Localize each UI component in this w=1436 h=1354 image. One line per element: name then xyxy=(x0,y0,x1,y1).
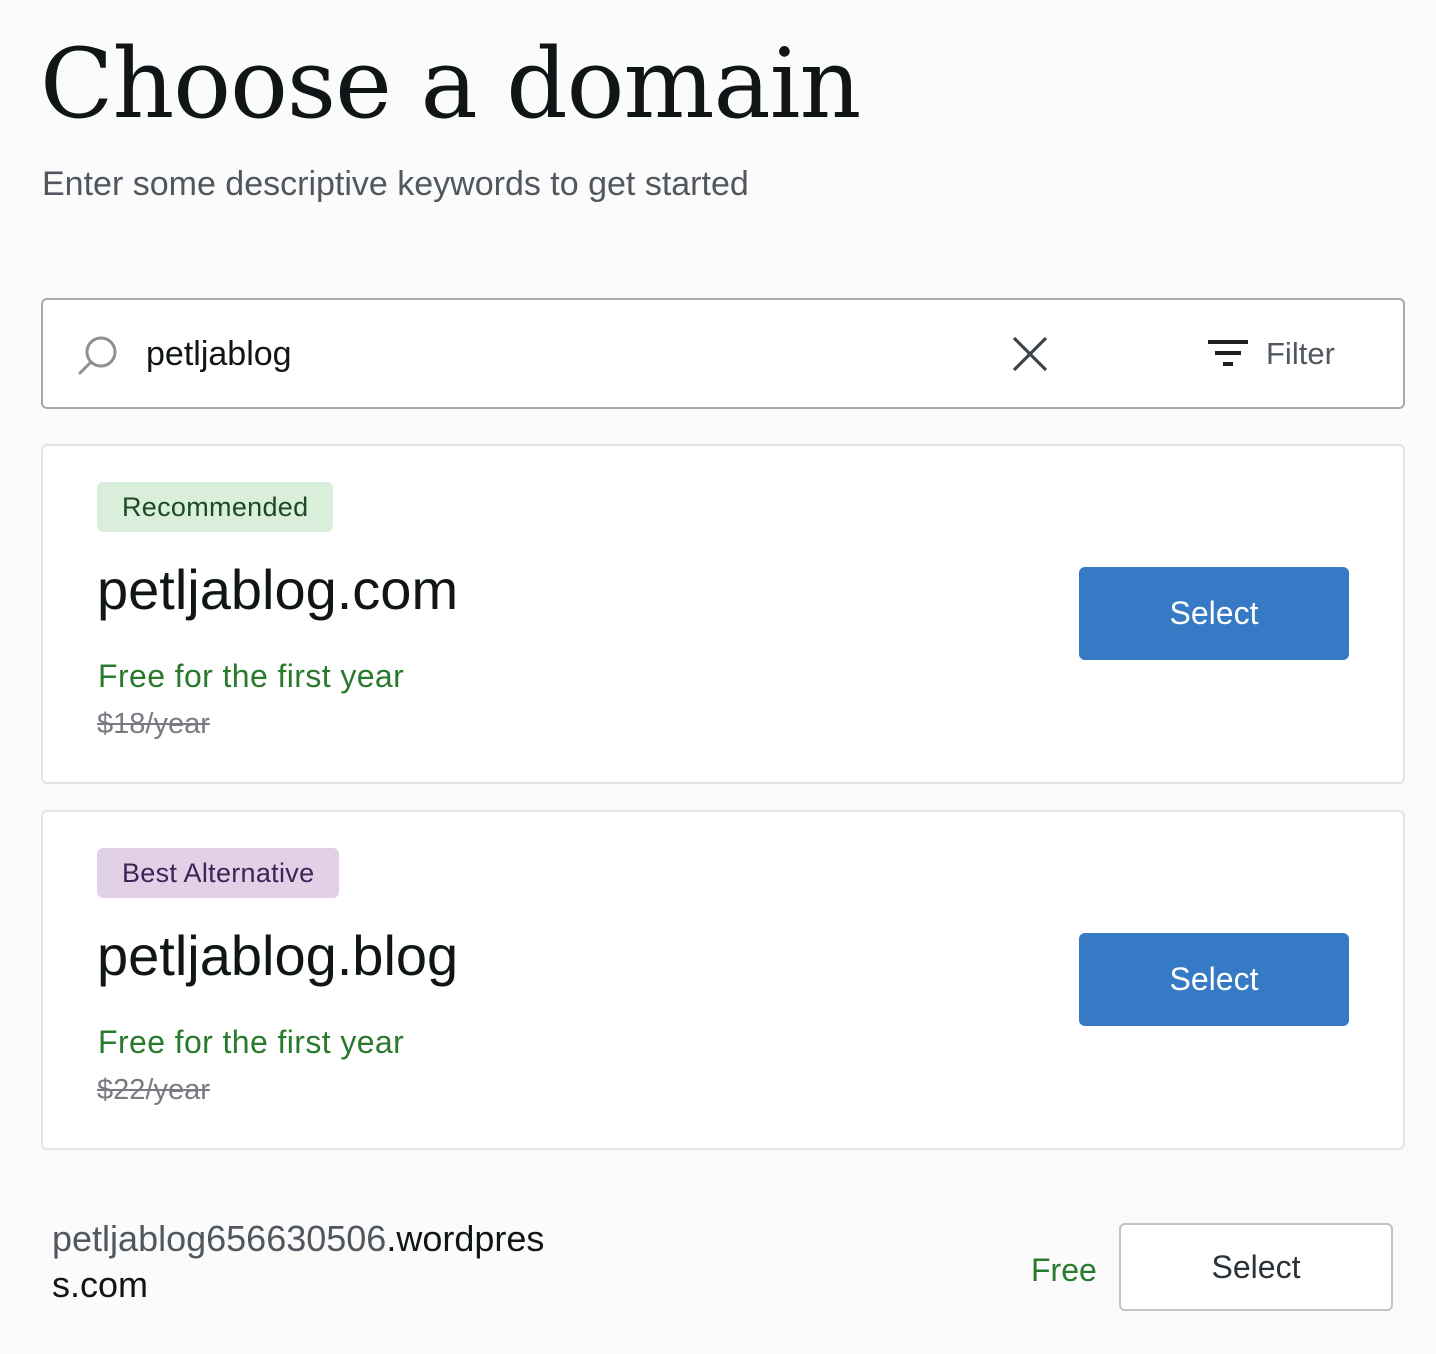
free-domain-row: petljablog656630506.wordpress.com Free S… xyxy=(0,1196,1436,1354)
original-price: $18/year xyxy=(97,708,210,740)
close-icon[interactable] xyxy=(1008,332,1052,376)
page-subtitle: Enter some descriptive keywords to get s… xyxy=(42,165,749,203)
search-input[interactable] xyxy=(146,326,966,382)
page-title: Choose a domain xyxy=(40,28,861,140)
filter-label: Filter xyxy=(1266,336,1335,371)
free-price-text: Free for the first year xyxy=(98,658,405,694)
select-free-domain-button[interactable]: Select xyxy=(1119,1223,1393,1311)
best-alternative-badge: Best Alternative xyxy=(97,848,340,898)
recommended-badge: Recommended xyxy=(97,482,334,532)
domain-suggestion-card: Best Alternative petljablog.blog Free fo… xyxy=(41,810,1405,1150)
domain-name: petljablog.com xyxy=(97,558,459,621)
domain-picker-page: Choose a domain Enter some descriptive k… xyxy=(0,0,1436,1354)
free-price-text: Free for the first year xyxy=(98,1024,405,1060)
filter-button[interactable]: Filter xyxy=(1196,326,1335,382)
select-button[interactable]: Select xyxy=(1079,567,1349,660)
search-icon xyxy=(78,336,117,375)
domain-name: petljablog.blog xyxy=(97,924,459,987)
free-price-label: Free xyxy=(1031,1252,1097,1288)
free-domain-subdomain: petljablog656630506 xyxy=(52,1218,387,1259)
original-price: $22/year xyxy=(97,1074,210,1106)
filter-icon xyxy=(1208,340,1248,366)
free-domain-name: petljablog656630506.wordpress.com xyxy=(52,1216,572,1308)
domain-suggestion-card: Recommended petljablog.com Free for the … xyxy=(41,444,1405,784)
select-button[interactable]: Select xyxy=(1079,933,1349,1026)
